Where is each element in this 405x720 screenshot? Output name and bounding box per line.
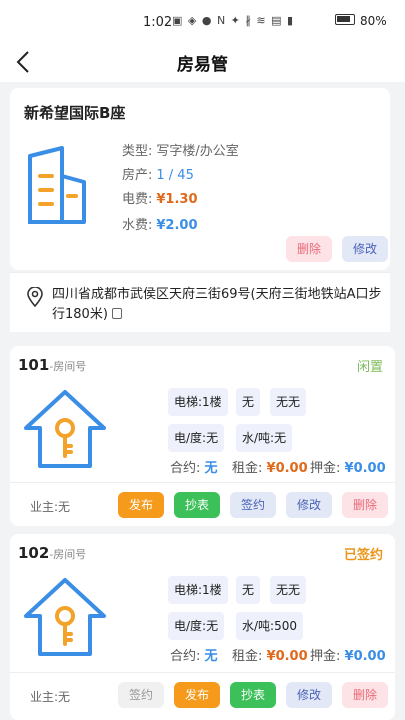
room-tag: 电梯:1楼 [168,388,228,416]
room-tag: 电/度:无 [168,424,225,452]
page-title: 房易管 [177,55,228,75]
meter-read-button[interactable]: 抄表 [174,492,220,518]
location-pin-icon [27,287,43,307]
room-delete-button[interactable]: 删除 [342,682,388,708]
room-deposit: 押金: ¥0.00 [310,649,386,664]
building-icon [28,146,86,224]
room-tag: 水/吨:无 [236,424,293,452]
building-delete-button[interactable]: 删除 [286,236,332,262]
room-tag: 无无 [270,576,307,604]
room-edit-button[interactable]: 修改 [286,492,332,518]
room-tag: 电梯:1楼 [168,576,228,604]
room-edit-button[interactable]: 修改 [286,682,332,708]
status-time: 1:02 [143,15,173,30]
room-rent: 租金: ¥0.00 [232,649,308,664]
status-bar: 1:02 ▣ ◈ ● N ✦ ∦ ≋ ▤ ▮ 80% [0,0,405,44]
room-status: 闲置 [356,360,383,375]
room-tag: 无 [236,576,261,604]
divider [10,482,395,483]
room-number: 101-房间号 [18,356,87,374]
building-units: 房产: 1 / 45 [122,168,194,183]
house-key-icon [24,390,106,468]
room-card: 101-房间号 闲置 电梯:1楼 无 无无 电/度:无 水/吨:无 合约: 无 … [10,346,395,526]
building-edit-button[interactable]: 修改 [342,236,388,262]
address-row: 四川省成都市武侯区天府三街69号(天府三街地铁站A口步行180米) [10,272,390,332]
sign-button[interactable]: 签约 [118,682,164,708]
building-name: 新希望国际B座 [24,104,126,122]
publish-button[interactable]: 发布 [174,682,220,708]
nav-bar: 房易管 [0,44,405,82]
battery-icon [335,14,355,25]
publish-button[interactable]: 发布 [118,492,164,518]
copy-icon[interactable] [111,308,122,319]
room-delete-button[interactable]: 删除 [342,492,388,518]
room-tag: 水/吨:500 [236,612,303,640]
address-text: 四川省成都市武侯区天府三街69号(天府三街地铁站A口步行180米) [52,287,382,322]
building-type: 类型: 写字楼/办公室 [122,144,239,159]
building-card: 新希望国际B座 类型: 写字楼/办公室 房产: 1 / 45 电费: ¥1.30 水费… [10,88,390,270]
room-tag: 无无 [270,388,307,416]
room-owner: 业主:无 [30,500,71,514]
room-owner: 业主:无 [30,690,71,704]
house-key-icon [24,578,106,656]
room-contract: 合约: 无 [170,461,218,476]
room-deposit: 押金: ¥0.00 [310,461,386,476]
room-contract: 合约: 无 [170,649,218,664]
room-tag: 电/度:无 [168,612,225,640]
battery-percent: 80% [360,14,387,28]
building-water-fee: 水费: ¥2.00 [122,218,198,233]
room-card: 102-房间号 已签约 电梯:1楼 无 无无 电/度:无 水/吨:500 合约:… [10,534,395,720]
room-number: 102-房间号 [18,544,87,562]
status-icons: ▣ ◈ ● N ✦ ∦ ≋ ▤ ▮ [172,14,295,27]
sign-button[interactable]: 签约 [230,492,276,518]
room-tag: 无 [236,388,261,416]
room-rent: 租金: ¥0.00 [232,461,308,476]
meter-read-button[interactable]: 抄表 [230,682,276,708]
divider [10,672,395,673]
room-status: 已签约 [343,548,383,563]
building-elec-fee: 电费: ¥1.30 [122,192,198,207]
